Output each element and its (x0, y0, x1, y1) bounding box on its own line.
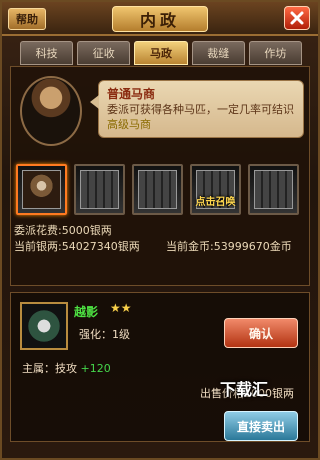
game-screen: 帮助 内政 科技 征收 马政 裁缝 作坊 普通马商 委派可获得各种马匹，一定几率… (0, 0, 320, 460)
sell-button[interactable]: 直接卖出 (224, 411, 298, 441)
close-button[interactable] (284, 6, 310, 30)
slot-empty-2[interactable] (132, 164, 183, 215)
strength-level: 强化：1级 (79, 328, 130, 341)
close-icon (290, 11, 304, 25)
tab-horse[interactable]: 马政 (134, 41, 188, 65)
tab-tech[interactable]: 科技 (20, 41, 74, 65)
horse-name: 越影 (74, 305, 99, 319)
slot-empty-4[interactable] (248, 164, 299, 215)
merchant-slot-image (22, 170, 61, 209)
main-attribute: 主属：技攻 +120 (22, 360, 111, 376)
star-rating: ★★ (110, 301, 132, 315)
merchant-text: 委派可获得各种马匹，一定几率可结识 (107, 103, 294, 116)
slot-empty-1[interactable] (74, 164, 125, 215)
summon-label: 点击召唤 (195, 197, 236, 208)
merchant-portrait (20, 76, 82, 146)
dispatch-cost: 委派花费:5000银两 (14, 224, 112, 237)
merchant-highlight: 高级马商 (107, 118, 151, 131)
page-title: 内政 (112, 6, 208, 32)
current-silver: 当前银两:54027340银两 (14, 240, 140, 253)
tab-tailor[interactable]: 裁缝 (191, 41, 245, 65)
merchant-name: 普通马商 (107, 87, 156, 101)
confirm-button[interactable]: 确认 (224, 318, 298, 348)
merchant-dialog: 普通马商 委派可获得各种马匹，一定几率可结识高级马商 (90, 80, 304, 138)
slot-merchant[interactable] (16, 164, 67, 215)
current-gold: 当前金币:53999670金币 (166, 240, 292, 253)
locked-slot-icon (80, 170, 119, 209)
locked-slot-icon (254, 170, 293, 209)
tab-collect[interactable]: 征收 (77, 41, 131, 65)
top-bar: 帮助 内政 (2, 2, 318, 36)
main-attribute-label: 主属：技攻 (22, 362, 77, 375)
slot-empty-3[interactable]: 点击召唤 (190, 164, 241, 215)
tab-bar: 科技 征收 马政 裁缝 作坊 (20, 41, 303, 65)
merchant-slot-list: 点击召唤 (16, 164, 310, 216)
merchant-description: 委派可获得各种马匹，一定几率可结识高级马商 (107, 102, 295, 132)
watermark: 下载汇 (220, 380, 269, 399)
locked-slot-icon (138, 170, 177, 209)
help-button[interactable]: 帮助 (8, 8, 46, 30)
tab-workshop[interactable]: 作坊 (248, 41, 303, 65)
main-attribute-value: +120 (80, 362, 111, 375)
horse-icon[interactable] (20, 302, 68, 350)
